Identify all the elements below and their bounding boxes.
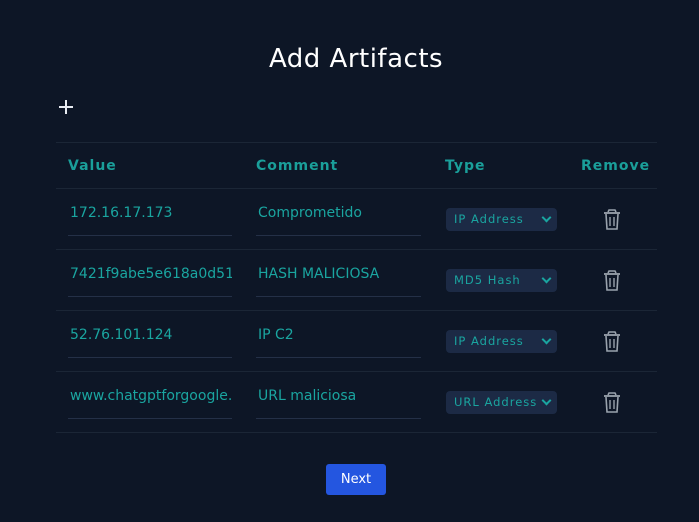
value-input[interactable]: 172.16.17.173 [68, 199, 232, 236]
type-select[interactable]: IP Address [446, 330, 557, 353]
add-artifacts-page: Add Artifacts Value Comment Type Remove … [0, 0, 699, 522]
table-row: 7421f9abe5e618a0d51 HASH MALICIOSA MD5 H… [56, 250, 657, 311]
type-select[interactable]: MD5 Hash [446, 269, 557, 292]
header-type: Type [445, 158, 486, 174]
table-row: 52.76.101.124 IP C2 IP Address [56, 311, 657, 372]
header-value: Value [68, 158, 117, 174]
type-select-value: IP Address [454, 212, 524, 226]
chevron-down-icon [541, 273, 552, 284]
header-comment: Comment [256, 158, 339, 174]
chevron-down-icon [541, 334, 552, 345]
value-input[interactable]: 7421f9abe5e618a0d51 [68, 260, 232, 297]
table-row: 172.16.17.173 Comprometido IP Address [56, 189, 657, 250]
trash-icon[interactable] [602, 331, 622, 353]
table-header: Value Comment Type Remove [56, 143, 657, 189]
add-artifact-button[interactable] [57, 98, 75, 116]
trash-icon[interactable] [602, 209, 622, 231]
page-title: Add Artifacts [268, 44, 444, 74]
type-select-value: URL Address [454, 395, 538, 409]
value-input[interactable]: www.chatgptforgoogle. [68, 382, 232, 419]
trash-icon[interactable] [602, 270, 622, 292]
value-input[interactable]: 52.76.101.124 [68, 321, 232, 358]
chevron-down-icon [541, 212, 552, 223]
table-row: www.chatgptforgoogle. URL maliciosa URL … [56, 372, 657, 433]
chevron-down-icon [541, 395, 552, 406]
trash-icon[interactable] [602, 392, 622, 414]
type-select[interactable]: IP Address [446, 208, 557, 231]
comment-input[interactable]: URL maliciosa [256, 382, 421, 419]
artifacts-table: Value Comment Type Remove 172.16.17.173 … [56, 142, 657, 433]
comment-input[interactable]: IP C2 [256, 321, 421, 358]
type-select-value: IP Address [454, 334, 524, 348]
comment-input[interactable]: Comprometido [256, 199, 421, 236]
comment-input[interactable]: HASH MALICIOSA [256, 260, 421, 297]
type-select[interactable]: URL Address [446, 391, 557, 414]
header-remove: Remove [581, 158, 651, 174]
type-select-value: MD5 Hash [454, 273, 521, 287]
next-button[interactable]: Next [326, 464, 386, 495]
